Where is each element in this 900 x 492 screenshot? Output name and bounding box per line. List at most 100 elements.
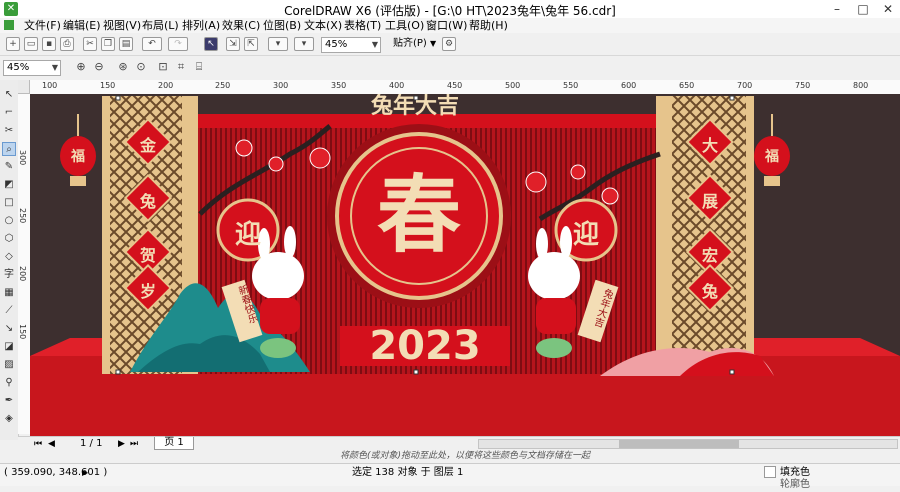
undo-icon[interactable]: ↶ (142, 37, 162, 51)
ruler-tick: 550 (563, 81, 579, 90)
text-tool-icon[interactable]: 字 (2, 268, 16, 282)
menu-arrange[interactable]: 排列(A) (182, 18, 220, 33)
zoom-value: 45% (7, 62, 30, 73)
eyedropper-icon[interactable]: ⚲ (2, 376, 16, 390)
paste-icon[interactable]: ▤ (119, 37, 133, 51)
left-couplet-char: 兔 (139, 192, 156, 211)
ruler-tick: 100 (42, 81, 58, 90)
shape-tool-icon[interactable]: ⌐ (2, 106, 16, 120)
left-couplet-char: 贺 (139, 246, 156, 265)
menu-layout[interactable]: 布局(L) (142, 18, 179, 33)
drawing-canvas[interactable]: 兔年大吉 春 2023 金 兔 贺 岁 大 展 宏 兔 福 福 迎 迎 新春快乐… (30, 94, 900, 436)
zoom-out-icon[interactable]: ⊖ (92, 61, 106, 75)
new-icon[interactable]: + (6, 37, 20, 51)
crop-tool-icon[interactable]: ✂ (2, 124, 16, 138)
menu-window[interactable]: 窗口(W) (426, 18, 467, 33)
left-disc-char: 迎 (234, 220, 261, 250)
zoom-height-icon[interactable]: ⌸ (192, 61, 206, 75)
window-title: CorelDRAW X6 (评估版) - [G:\0 HT\2023兔年\兔年 … (284, 4, 616, 18)
copy-icon[interactable]: ❐ (101, 37, 115, 51)
zoom-page-icon[interactable]: ⊡ (156, 61, 170, 75)
save-icon[interactable]: ▪ (42, 37, 56, 51)
zoom-width-icon[interactable]: ⌗ (174, 61, 188, 75)
menu-text[interactable]: 文本(X) (304, 18, 342, 33)
import-icon[interactable]: ⇲ (226, 37, 240, 51)
table-tool-icon[interactable]: ▦ (2, 286, 16, 300)
previous-page-icon[interactable]: ◀ (48, 437, 55, 451)
menu-view[interactable]: 视图(V) (103, 18, 141, 33)
ruler-tick: 450 (447, 81, 463, 90)
document-palette-hint: 将颜色(或对象)拖动至此处，以便将这些颜色与文档存储在一起 (30, 450, 900, 463)
toolbox: ↖ ⌐ ✂ ⌕ ✎ ◩ □ ○ ⬡ ◇ 字 ▦ ⟋ ↘ ◪ ▨ ⚲ ✒ ◈ (0, 80, 19, 440)
menu-bitmaps[interactable]: 位图(B) (263, 18, 301, 33)
ruler-tick: 700 (737, 81, 753, 90)
ruler-tick: 750 (795, 81, 811, 90)
search-content-icon[interactable]: ↖ (204, 37, 218, 51)
first-page-icon[interactable]: ⏮ (34, 437, 42, 451)
menu-help[interactable]: 帮助(H) (469, 18, 508, 33)
options-icon[interactable]: ⚙ (442, 37, 456, 51)
next-page-icon[interactable]: ▶ (118, 437, 125, 451)
cut-icon[interactable]: ✂ (83, 37, 97, 51)
right-pillar (656, 96, 672, 374)
outline-pen-icon[interactable]: ✒ (2, 394, 16, 408)
ellipse-tool-icon[interactable]: ○ (2, 214, 16, 228)
ruler-tick: 250 (18, 208, 27, 224)
selection-status: 选定 138 对象 于 图层 1 (352, 467, 464, 478)
app-launcher-icon[interactable]: ▾ (268, 37, 288, 51)
smart-fill-icon[interactable]: ◩ (2, 178, 16, 192)
left-outer-post (102, 96, 110, 374)
zoom-level-select[interactable]: 45% ▼ (321, 37, 381, 53)
zoom-select[interactable]: 45% ▼ (3, 60, 61, 76)
transparency-tool-icon[interactable]: ▨ (2, 358, 16, 372)
chevron-down-icon[interactable]: ▼ (430, 37, 436, 51)
polygon-tool-icon[interactable]: ⬡ (2, 232, 16, 246)
minimize-button[interactable]: – (826, 1, 848, 17)
menu-file[interactable]: 文件(F) (24, 18, 61, 33)
rectangle-tool-icon[interactable]: □ (2, 196, 16, 210)
menu-table[interactable]: 表格(T) (344, 18, 381, 33)
play-icon[interactable]: ▶ (82, 466, 88, 480)
document-icon[interactable] (4, 20, 14, 30)
zoom-selected-icon[interactable]: ⊛ (116, 61, 130, 75)
dimension-tool-icon[interactable]: ⟋ (2, 304, 16, 318)
ruler-tick: 250 (215, 81, 231, 90)
plum-blossom (235, 139, 253, 157)
redo-icon[interactable]: ↷ (168, 37, 188, 51)
left-lantern-char: 福 (71, 149, 85, 165)
ruler-origin[interactable] (18, 80, 30, 94)
zoom-all-icon[interactable]: ⊙ (134, 61, 148, 75)
menu-effects[interactable]: 效果(C) (222, 18, 260, 33)
horizontal-scrollbar[interactable] (478, 439, 898, 449)
page-tab[interactable]: 页 1 (154, 437, 194, 450)
ruler-tick: 300 (273, 81, 289, 90)
horizontal-ruler[interactable]: 100 150 200 250 300 350 400 450 500 550 … (30, 80, 900, 95)
fill-swatch[interactable] (764, 466, 776, 478)
ruler-tick: 400 (389, 81, 405, 90)
basic-shapes-icon[interactable]: ◇ (2, 250, 16, 264)
zoom-in-icon[interactable]: ⊕ (74, 61, 88, 75)
pick-tool-icon[interactable]: ↖ (2, 88, 16, 102)
scrollbar-thumb[interactable] (619, 440, 739, 448)
maximize-button[interactable]: □ (852, 1, 874, 17)
blend-tool-icon[interactable]: ◪ (2, 340, 16, 354)
close-button[interactable]: ✕ (877, 1, 899, 17)
ruler-tick: 800 (853, 81, 869, 90)
snap-to-menu[interactable]: 贴齐(P) (393, 37, 427, 51)
zoom-tool-icon[interactable]: ⌕ (2, 142, 16, 156)
welcome-screen-icon[interactable]: ▾ (294, 37, 314, 51)
menu-tools[interactable]: 工具(O) (385, 18, 424, 33)
right-outer-post (746, 96, 754, 374)
last-page-icon[interactable]: ⏭ (130, 437, 138, 451)
export-icon[interactable]: ⇱ (244, 37, 258, 51)
ruler-tick: 150 (18, 324, 27, 340)
ruler-tick: 650 (679, 81, 695, 90)
menu-edit[interactable]: 编辑(E) (63, 18, 101, 33)
open-icon[interactable]: ▭ (24, 37, 38, 51)
right-couplet-char: 宏 (701, 246, 718, 265)
freehand-tool-icon[interactable]: ✎ (2, 160, 16, 174)
print-icon[interactable]: ⎙ (60, 37, 74, 51)
connector-tool-icon[interactable]: ↘ (2, 322, 16, 336)
cursor-coordinates: ( 359.090, 348.601 ) (4, 467, 108, 478)
fill-tool-icon[interactable]: ◈ (2, 412, 16, 426)
